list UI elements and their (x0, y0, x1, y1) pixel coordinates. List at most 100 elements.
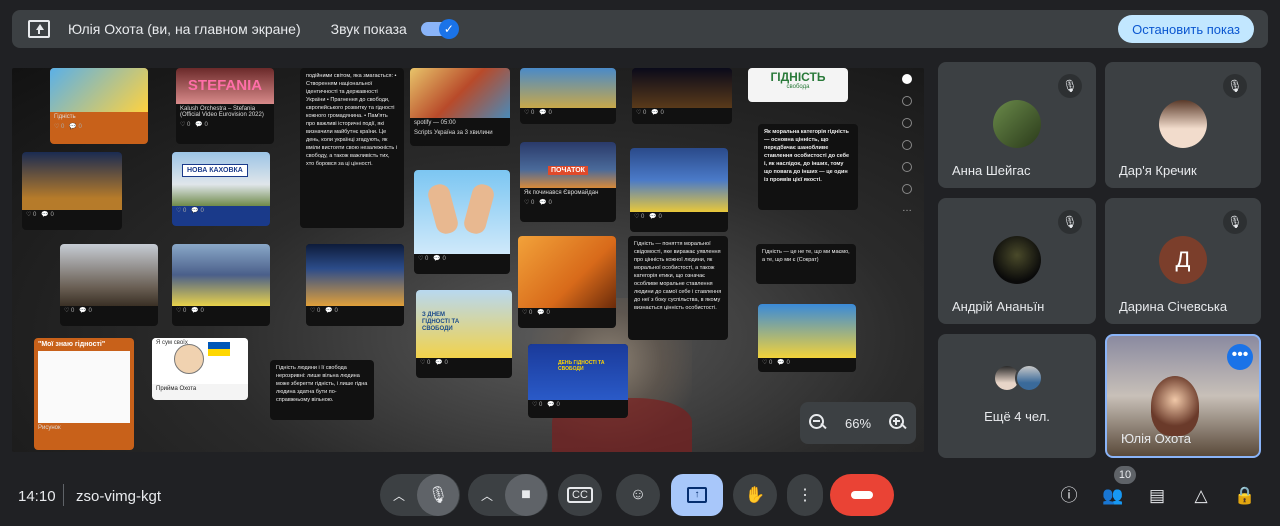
cutout-text: Я сум своїх (156, 340, 188, 346)
gear-icon[interactable] (902, 184, 912, 194)
shared-screen[interactable]: Гідність ♡ 0 💬 0 ♡ 0 💬 0 ♡ 0 💬 0 "Мої зн… (12, 68, 924, 452)
mic-off-icon: 🎙 (1223, 74, 1247, 98)
text-pin-definition[interactable]: Гідність — поняття моральної свідомості,… (628, 236, 728, 340)
avatar-stack (993, 364, 1043, 394)
pin-crowd-night[interactable]: ♡ 0 💬 0 (22, 152, 122, 230)
pin-chained-hands[interactable]: ♡ 0 💬 0 (414, 170, 510, 274)
pin-label: Прийма Охота (156, 386, 197, 392)
emoji-icon: ☺ (629, 486, 647, 503)
pin-coat-of-arms[interactable]: ♡ 0 💬 0 (520, 68, 616, 124)
pin-caption: spotify — 05:00 (414, 120, 456, 126)
host-controls-icon[interactable]: 🔒 (1232, 483, 1258, 509)
presenter-name: Юлія Охота (ви, на главном экране) (68, 21, 301, 37)
chat-icon[interactable]: ▤ (1144, 483, 1170, 509)
mic-off-icon: 🎙 (1223, 210, 1247, 234)
pin-drawing[interactable]: "Мої знаю гідності" Рисунок (34, 338, 134, 450)
star-icon[interactable] (902, 162, 912, 172)
microphone-icon[interactable]: 🎙 (417, 474, 459, 516)
participant-tile[interactable]: 🎙 Андрій Ананьїн (938, 198, 1096, 324)
hang-up-icon (851, 491, 873, 499)
participant-tile[interactable]: 🎙 Анна Шейгас (938, 62, 1096, 188)
text-pin-freedom[interactable]: Гідність людини і її свобода нерозривні:… (270, 360, 374, 420)
text-pin-rights[interactable]: подійними світом, яка змагається: • Ство… (300, 68, 404, 228)
pin-brandenburg-gate[interactable]: ♡ 0 💬 0 (60, 244, 158, 326)
pin-flag-protest[interactable]: ♡ 0 💬 0 (630, 148, 728, 232)
participant-name: Дар'я Кречик (1119, 163, 1197, 178)
stefania-title: STEFANIA (176, 68, 274, 104)
gidnist-sub: свобода (786, 84, 810, 90)
sound-label: Звук показа (330, 21, 407, 37)
pin-pochatok-video[interactable]: ПОЧАТОК Як починався Євромайдан ♡ 0 💬 0 (520, 142, 616, 222)
pin-nova-kakhovka[interactable]: НОВА КАХОВКА ♡ 0 💬 0 (172, 152, 270, 226)
raise-hand-button[interactable]: ✋ (733, 474, 777, 516)
zoom-out-icon[interactable] (808, 413, 828, 433)
camera-control: ︿ ■ (468, 474, 548, 516)
more-participants-tile[interactable]: Ещё 4 чел. (938, 334, 1096, 458)
avatar (993, 100, 1041, 148)
captions-button[interactable]: CC (558, 474, 602, 516)
present-button[interactable]: ↑ (671, 474, 723, 516)
chat-icon[interactable] (902, 140, 912, 150)
pin-cutout[interactable]: Я сум своїх Прийма Охота (152, 338, 248, 400)
den-gidnosti-text: З ДНЕМ ГІДНОСТІ ТА СВОБОДИ (422, 312, 460, 333)
mic-off-icon: 🎙 (1058, 74, 1082, 98)
stop-presenting-button[interactable]: Остановить показ (1118, 15, 1254, 43)
pin-stefania-video[interactable]: STEFANIA Kalush Orchestra – Stefania (Of… (176, 68, 274, 144)
pin-sunflower-fist[interactable]: ♡ 0 💬 0 (758, 304, 856, 372)
camera-icon[interactable]: ■ (505, 474, 547, 516)
pochatok-badge: ПОЧАТОК (548, 166, 588, 175)
self-video (1151, 376, 1199, 436)
chevron-up-icon[interactable]: ︿ (381, 487, 417, 504)
pin-title: "Мої знаю гідності" (38, 341, 106, 348)
dot-icon[interactable] (902, 74, 912, 84)
participant-name: Дарина Січевська (1119, 299, 1228, 314)
sound-toggle[interactable]: ✓ (420, 19, 459, 39)
arrow-icon[interactable] (902, 96, 912, 106)
frame-icon[interactable] (902, 118, 912, 128)
text-pin-moral[interactable]: Як моральна категорія гідність — основна… (758, 124, 858, 210)
people-icon[interactable]: 👥 (1100, 483, 1126, 509)
pin-caption-2: Scripts Україна за 3 хвилини (414, 130, 493, 136)
activities-icon[interactable]: △ (1188, 483, 1214, 509)
more-participants-label: Ещё 4 чел. (984, 409, 1050, 424)
text-pin-quote[interactable]: Гідність — це не те, що ми маємо, а те, … (756, 244, 856, 284)
pin-spotify-art[interactable]: spotify — 05:00 Scripts Україна за 3 хви… (410, 68, 510, 146)
mic-off-icon: 🎙 (1058, 210, 1082, 234)
chevron-up-icon[interactable]: ︿ (469, 487, 505, 504)
participant-name: Анна Шейгас (952, 163, 1031, 178)
avatar-initial: Д (1159, 236, 1207, 284)
more-options-button[interactable]: ⋮ (787, 474, 823, 516)
zoom-in-icon[interactable] (888, 413, 908, 433)
participant-tile[interactable]: 🎙 Д Дарина Січевська (1105, 198, 1261, 324)
divider (63, 484, 64, 506)
pin-den-gidnosti[interactable]: З ДНЕМ ГІДНОСТІ ТА СВОБОДИ ♡ 0 💬 0 (416, 290, 512, 378)
zoom-level: 66% (844, 415, 872, 431)
present-screen-icon (28, 20, 50, 38)
hand-icon: ✋ (745, 487, 765, 504)
people-count-badge: 10 (1114, 466, 1136, 484)
pin-eu-flag[interactable]: ДЕНЬ ГІДНОСТІ ТА СВОБОДИ ♡ 0 💬 0 (528, 344, 628, 418)
leave-call-button[interactable] (830, 474, 894, 516)
pin-dove[interactable]: ♡ 0 💬 0 (518, 236, 616, 328)
more-options-icon[interactable]: ••• (1227, 344, 1253, 370)
microphone-control: ︿ 🎙 (380, 474, 460, 516)
meeting-code: zso-vimg-kgt (76, 488, 162, 505)
board-toolbar: … (900, 74, 914, 414)
pin-maidan-crowd[interactable]: ♡ 0 💬 0 (172, 244, 270, 326)
more-icon[interactable]: … (902, 204, 912, 216)
pin-label: Гідність (54, 114, 76, 120)
pin-night-square[interactable]: ♡ 0 💬 0 (632, 68, 732, 124)
pin-gidnist-hands[interactable]: Гідність ♡ 0 💬 0 (50, 68, 148, 144)
self-video-tile[interactable]: ••• Юлія Охота (1105, 334, 1261, 458)
participant-name: Юлія Охота (1121, 431, 1191, 446)
pin-gidnist-svoboda[interactable]: ГІДНІСТЬ свобода (748, 68, 848, 102)
pin-caption: Kalush Orchestra – Stefania (Official Vi… (180, 106, 264, 118)
meeting-time: 14:10 (18, 488, 56, 505)
info-icon[interactable]: ⓘ (1056, 483, 1082, 509)
sign-text: НОВА КАХОВКА (182, 164, 248, 177)
pin-night-crowd[interactable]: ♡ 0 💬 0 (306, 244, 404, 326)
participant-tile[interactable]: 🎙 Дар'я Кречик (1105, 62, 1261, 188)
present-screen-icon: ↑ (687, 487, 707, 503)
reactions-button[interactable]: ☺ (616, 474, 660, 516)
eu-text: ДЕНЬ ГІДНОСТІ ТА СВОБОДИ (558, 360, 605, 372)
